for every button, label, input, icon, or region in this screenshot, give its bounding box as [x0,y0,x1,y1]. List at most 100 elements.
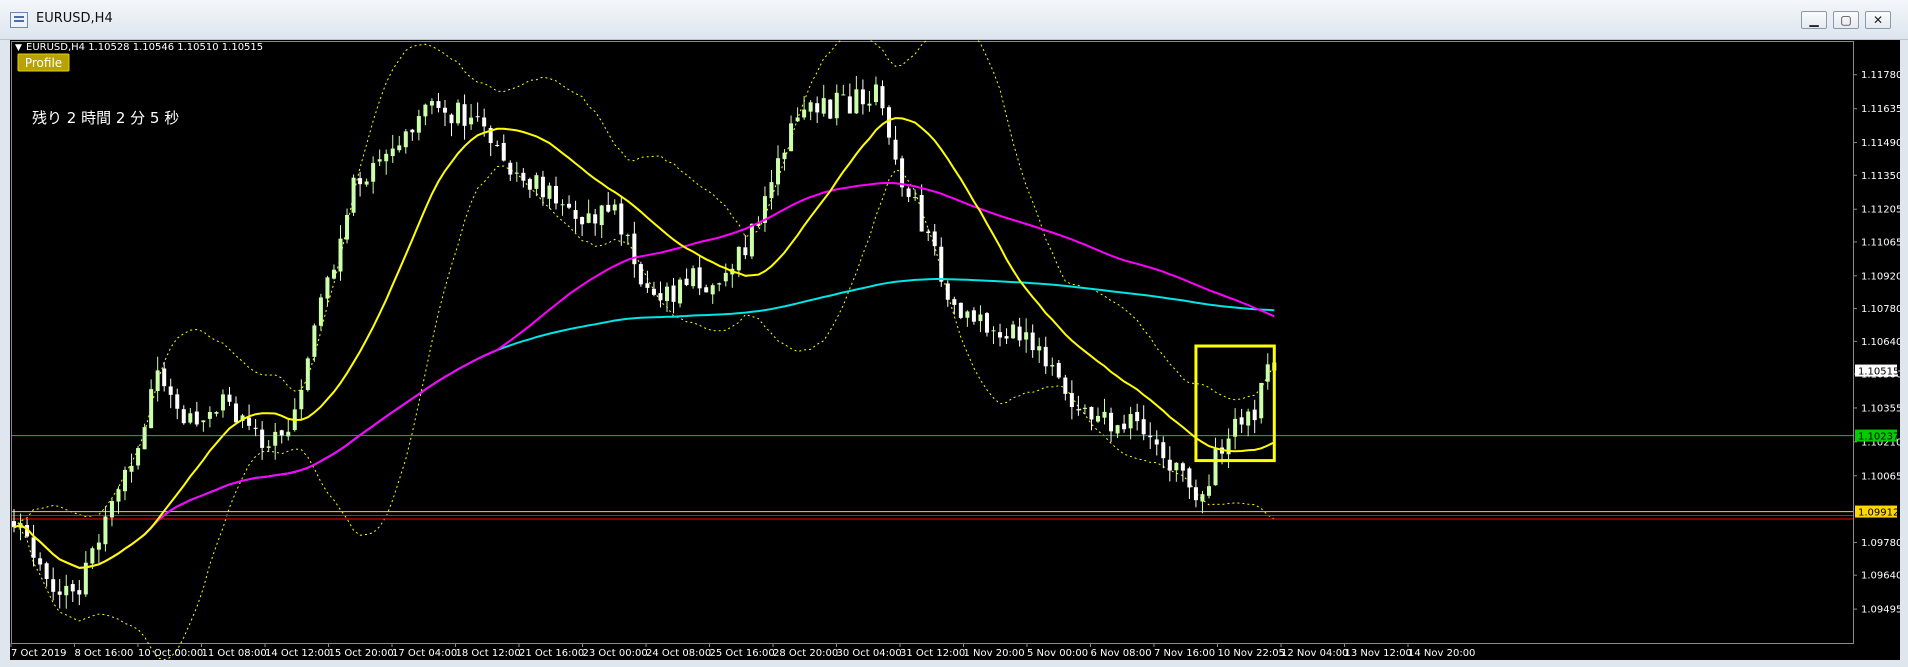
candle-body [573,210,578,219]
candle-body [1187,468,1192,488]
candle-body [971,310,976,322]
candle-body [599,205,604,226]
candle-body [749,223,754,257]
candle-body [514,172,519,174]
candle-body [1206,486,1211,496]
candle-body [998,332,1003,338]
candle-body [351,177,356,213]
candle [305,356,310,392]
candle-body [1141,419,1146,435]
x-tick-label: 7 Oct 2019 [11,648,66,659]
candle [691,265,696,289]
x-tick-label: 15 Oct 20:00 [329,648,394,659]
candle-body [1233,418,1238,437]
candle-body [1037,346,1042,351]
candle-body [704,287,709,293]
candle-body [1017,326,1022,341]
candle-body [358,178,363,185]
candle-body [547,185,552,199]
minimize-button[interactable]: ▁ [1801,11,1827,29]
candle-body [181,409,186,424]
chart-menu-dropdown-icon[interactable]: ▼ [15,43,22,53]
candle-body [429,101,434,106]
candle-body [234,403,239,423]
candle-body [77,590,82,595]
candle-body [1252,409,1257,421]
candle-body [939,246,944,282]
candle-body [201,420,206,423]
y-tick-label: 1.11490 [1861,138,1900,149]
candle-body [834,92,839,119]
candle-body [1056,362,1061,378]
profile-button[interactable]: Profile [17,53,70,72]
candle-body [1193,487,1198,501]
x-tick-label: 24 Oct 08:00 [646,648,711,659]
candle-body [1135,411,1140,422]
candle-body [469,117,474,125]
x-tick-label: 8 Oct 16:00 [75,648,134,659]
candle-body [828,99,833,119]
price-chart[interactable]: 1.11780 1.11635 1.11490 1.11350 1.11205 1.110… [10,40,1900,660]
candle-body [697,267,702,289]
candle-body [789,123,794,152]
maximize-button[interactable]: ▢ [1833,11,1859,29]
close-button[interactable]: ✕ [1865,11,1891,29]
title-bar[interactable]: EURUSD,H4 ▁ ▢ ✕ [0,0,1908,40]
candle-body [318,297,323,326]
candle-body [247,417,252,426]
chart-background [10,40,1900,660]
candle-body [312,325,317,357]
candle-body [821,98,826,114]
candle-body [194,411,199,425]
x-tick-label: 18 Oct 12:00 [456,648,521,659]
candle-body [31,537,36,558]
candle-body [482,117,487,127]
price-label: 1.10515 [1858,367,1899,378]
x-tick-label: 12 Nov 04:00 [1281,648,1348,659]
candle-body [227,394,232,402]
x-tick-label: 30 Oct 04:00 [837,648,902,659]
symbol-ohlc-header: EURUSD,H4 1.10528 1.10546 1.10510 1.1051… [26,42,263,53]
candle-body [397,145,402,151]
candle-body [913,197,918,199]
candle-body [364,181,369,185]
candle-body [847,96,852,114]
y-tick-label: 1.09640 [1861,571,1900,582]
x-tick-label: 14 Oct 12:00 [265,648,330,659]
candle-body [475,116,480,118]
candle-body [70,584,75,592]
candle-body [220,394,225,411]
candle-body [854,89,859,114]
x-tick-label: 6 Nov 08:00 [1091,648,1152,659]
candle-body [521,172,526,181]
candle-body [410,129,415,133]
candle-body [606,204,611,212]
candle-body [691,268,696,287]
candle-body [155,370,160,392]
candle-body [1128,414,1133,429]
x-tick-label: 23 Oct 00:00 [583,648,648,659]
candle-body [1076,409,1081,411]
candle-body [142,427,147,450]
candle [638,261,643,287]
candle-body [436,101,441,108]
candle-body [423,104,428,117]
candle-body [638,264,643,285]
y-tick-label: 1.10355 [1861,403,1900,414]
x-tick-label: 25 Oct 16:00 [710,648,775,659]
candle-body [1200,494,1205,502]
candle-body [567,203,572,208]
candle-body [769,182,774,199]
candle-body [743,247,748,256]
candle-body [96,542,101,550]
candle-body [612,204,617,211]
candle-body [456,102,461,124]
candle-body [1082,407,1087,409]
candle-body [136,448,141,466]
candle-body [162,368,167,387]
y-tick-label: 1.10780 [1861,304,1900,315]
y-tick-label: 1.10920 [1861,271,1900,282]
candle-body [932,231,937,247]
candle-body [1102,411,1107,418]
candle [312,323,317,362]
